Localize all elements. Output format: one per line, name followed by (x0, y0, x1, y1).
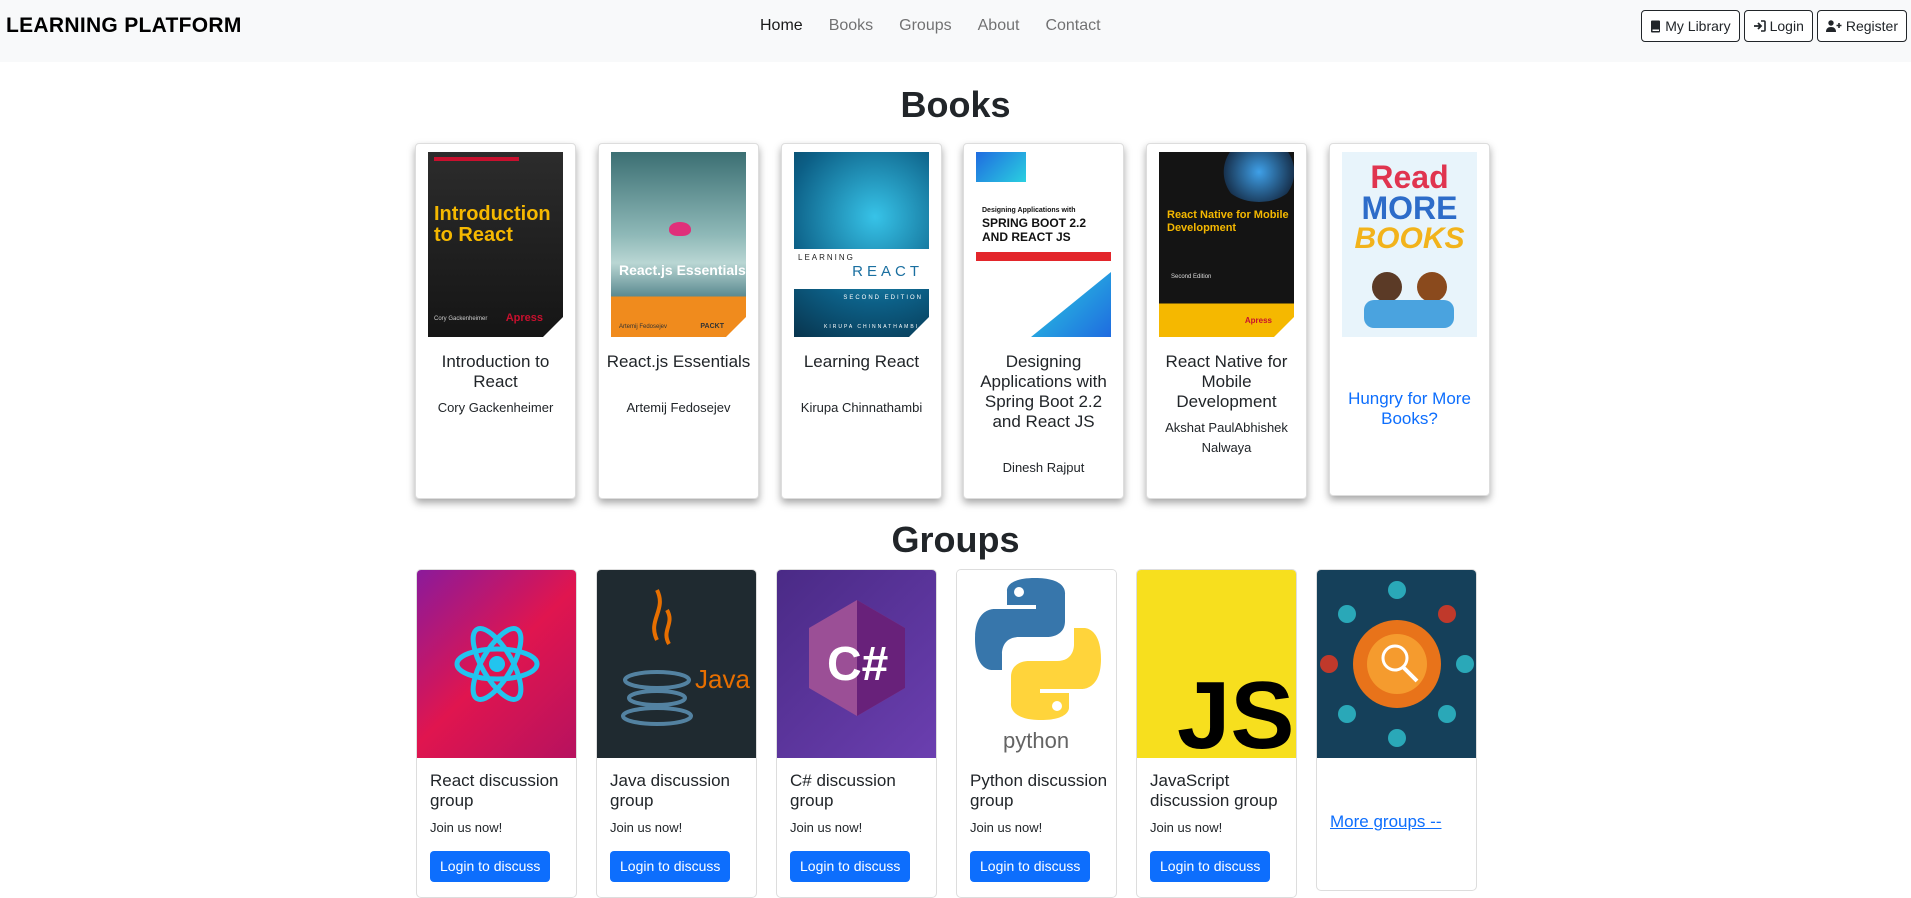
login-to-discuss-button[interactable]: Login to discuss (430, 851, 551, 882)
python-logo-image: python (957, 570, 1116, 758)
group-card-javascript: JS JavaScript discussion group Join us n… (1136, 569, 1297, 898)
book-card-learning-react[interactable]: LEARNING REACT SECOND EDITION KIRUPA CHI… (781, 143, 942, 499)
login-label: Login (1769, 18, 1804, 34)
nav-link-about[interactable]: About (978, 17, 1020, 35)
book-card-reactjs-essentials[interactable]: React.js Essentials Artemij Fedosejev PA… (598, 143, 759, 499)
group-card-react: React discussion group Join us now! Logi… (416, 569, 577, 898)
nav-buttons: My Library Login Register (1641, 10, 1907, 42)
hungry-for-more-books-link[interactable]: Hungry for More Books? (1340, 389, 1479, 429)
book-card-introduction-to-react[interactable]: Introduction to React Cory Gackenheimer … (415, 143, 576, 499)
book-cover-image[interactable]: Introduction to React Cory Gackenheimer … (428, 152, 563, 337)
register-label: Register (1845, 18, 1898, 34)
book-card-designing-applications[interactable]: Designing Applications with SPRING BOOT … (963, 143, 1124, 499)
svg-text:python: python (1003, 728, 1069, 753)
book-title[interactable]: Designing Applications with Spring Boot … (970, 352, 1117, 432)
group-subtitle: Join us now! (970, 820, 1043, 835)
group-card-csharp: C# C# discussion group Join us now! Logi… (776, 569, 937, 898)
login-to-discuss-button[interactable]: Login to discuss (970, 851, 1091, 882)
brand-logo[interactable]: LEARNING PLATFORM (6, 14, 242, 38)
book-author: Cory Gackenheimer (437, 400, 554, 415)
book-icon (1651, 20, 1661, 32)
group-title: React discussion group (430, 771, 559, 810)
group-subtitle: Join us now! (1150, 820, 1223, 835)
java-logo-image: Java (597, 570, 756, 758)
nav-link-groups[interactable]: Groups (899, 17, 951, 35)
group-title: JavaScript discussion group (1150, 771, 1278, 810)
book-card-react-native[interactable]: React Native for Mobile Development Seco… (1146, 143, 1307, 499)
book-author: Dinesh Rajput (1002, 460, 1085, 475)
login-button[interactable]: Login (1743, 10, 1813, 42)
my-library-label: My Library (1665, 18, 1731, 34)
more-groups-link[interactable]: More groups -- (1330, 812, 1441, 832)
read-more-books-image[interactable]: Read MORE BOOKS (1342, 152, 1477, 337)
group-subtitle: Join us now! (430, 820, 503, 835)
group-subtitle: Join us now! (610, 820, 683, 835)
group-card-java: Java Java discussion group Join us now! … (596, 569, 757, 898)
react-logo-image (417, 570, 576, 758)
svg-text:JS: JS (1177, 662, 1294, 758)
group-meeting-image (1317, 570, 1476, 758)
book-title[interactable]: React.js Essentials (605, 352, 752, 372)
more-books-card[interactable]: Read MORE BOOKS Hungry for More Books? (1329, 143, 1490, 496)
csharp-logo-image: C# (777, 570, 936, 758)
books-heading: Books (900, 84, 1011, 125)
sign-in-icon (1753, 20, 1766, 32)
user-plus-icon (1825, 20, 1842, 32)
groups-heading: Groups (891, 519, 1020, 560)
book-cover-image[interactable]: Designing Applications with SPRING BOOT … (976, 152, 1111, 337)
javascript-logo-image: JS (1137, 570, 1296, 769)
group-title: Python discussion group (970, 771, 1108, 810)
svg-text:Java: Java (695, 664, 750, 694)
nav-link-books[interactable]: Books (829, 17, 873, 35)
nav-link-contact[interactable]: Contact (1045, 17, 1100, 35)
book-author: Artemij Fedosejev (626, 400, 731, 415)
book-cover-image[interactable]: React Native for Mobile Development Seco… (1159, 152, 1294, 337)
book-author: Akshat PaulAbhishek Nalwaya (1165, 420, 1288, 455)
login-to-discuss-button[interactable]: Login to discuss (610, 851, 731, 882)
navbar: LEARNING PLATFORM Home Books Groups Abou… (0, 0, 1911, 62)
group-card-python: python Python discussion group Join us n… (956, 569, 1117, 898)
more-groups-card: More groups -- (1316, 569, 1477, 891)
book-author: Kirupa Chinnathambi (800, 400, 923, 415)
login-to-discuss-button[interactable]: Login to discuss (1150, 851, 1271, 882)
svg-text:C#: C# (827, 638, 888, 691)
login-to-discuss-button[interactable]: Login to discuss (790, 851, 911, 882)
nav-link-home[interactable]: Home (760, 17, 803, 35)
group-title: C# discussion group (790, 771, 896, 810)
register-button[interactable]: Register (1816, 10, 1907, 42)
book-title[interactable]: Learning React (788, 352, 935, 372)
nav-links: Home Books Groups About Contact (760, 17, 1127, 35)
book-cover-image[interactable]: LEARNING REACT SECOND EDITION KIRUPA CHI… (794, 152, 929, 337)
book-title[interactable]: Introduction to React (422, 352, 569, 392)
my-library-button[interactable]: My Library (1641, 10, 1740, 42)
group-title: Java discussion group (610, 771, 731, 810)
group-subtitle: Join us now! (790, 820, 863, 835)
book-cover-image[interactable]: React.js Essentials Artemij Fedosejev PA… (611, 152, 746, 337)
book-title[interactable]: React Native for Mobile Development (1153, 352, 1300, 412)
